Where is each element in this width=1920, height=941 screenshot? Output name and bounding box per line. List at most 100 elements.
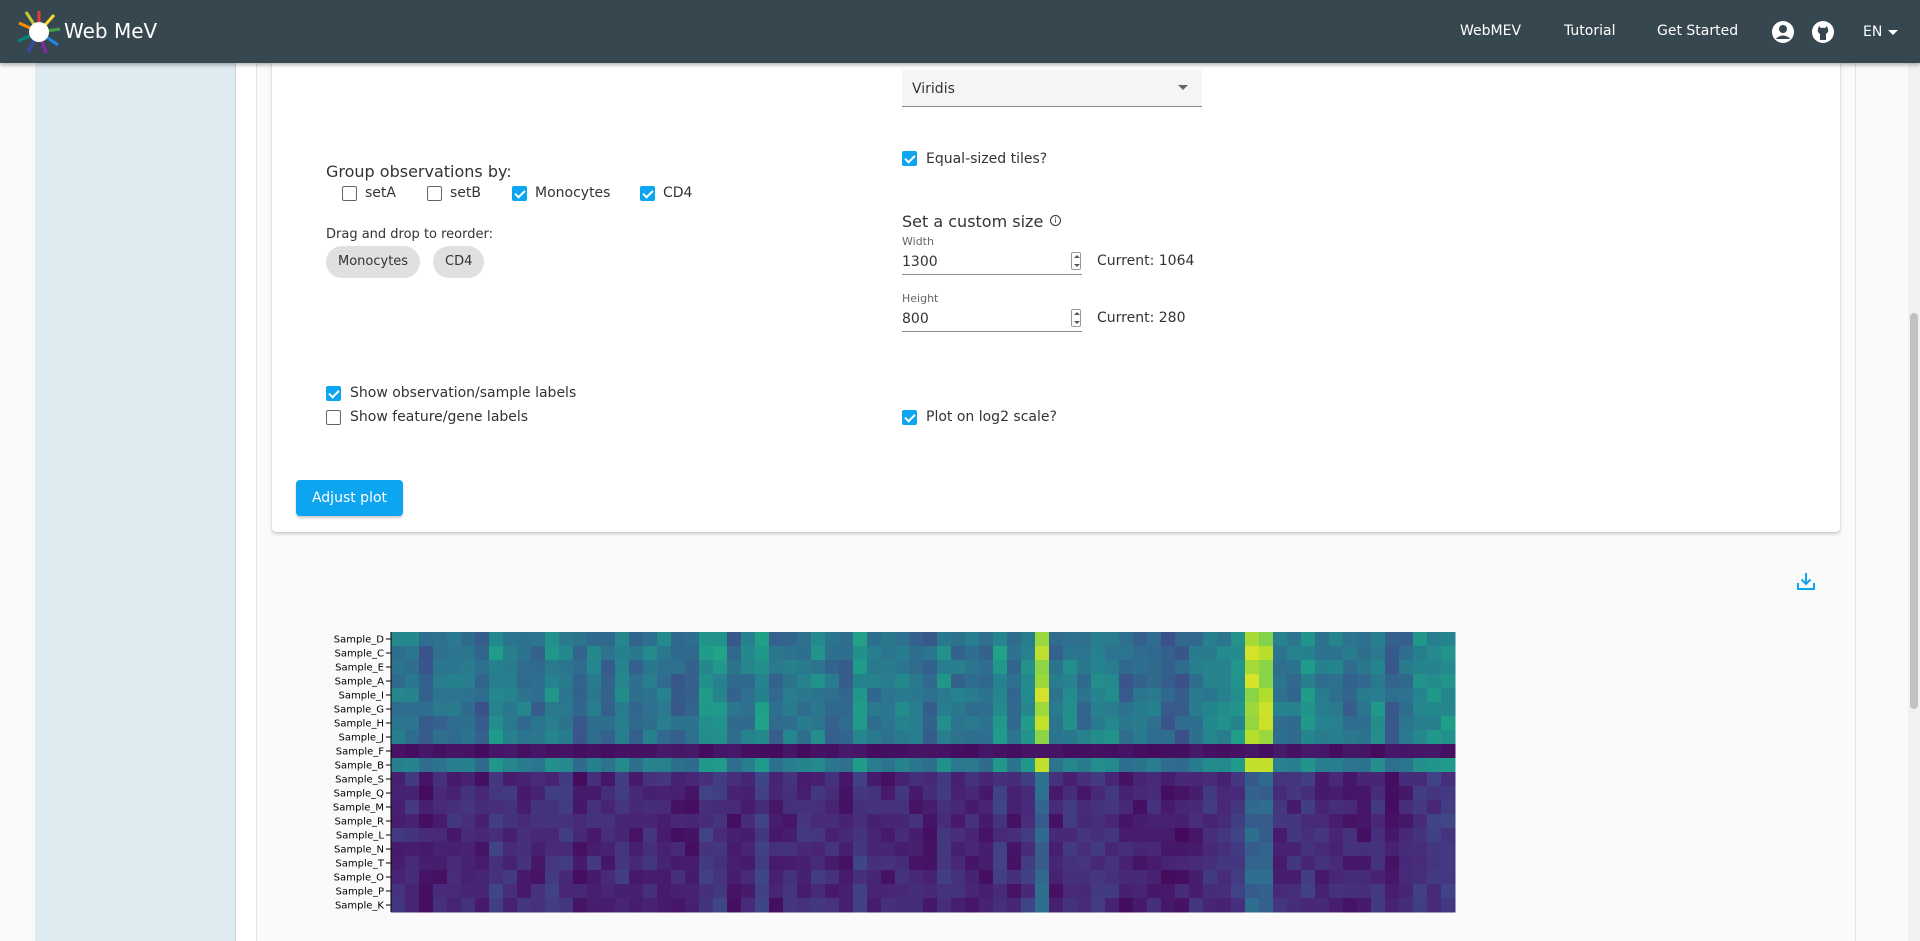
heatmap-cell <box>853 702 868 717</box>
heatmap-cell <box>741 730 756 745</box>
heatmap-cell <box>1385 898 1400 913</box>
heatmap-cell <box>1133 814 1148 829</box>
show-gene-labels-checkbox[interactable] <box>326 410 341 425</box>
account-circle-icon[interactable] <box>1771 20 1795 44</box>
colormap-select[interactable]: Viridis <box>902 70 1202 107</box>
heatmap-cell <box>447 674 462 689</box>
heatmap-cell <box>671 870 686 885</box>
width-input[interactable]: 1300 <box>902 249 1082 275</box>
heatmap-cell <box>951 730 966 745</box>
heatmap-cell <box>517 646 532 661</box>
heatmap-cell <box>853 870 868 885</box>
heatmap-cell <box>881 660 896 675</box>
heatmap-cell <box>1049 828 1064 843</box>
heatmap-cell <box>1147 786 1162 801</box>
heatmap-cell <box>545 828 560 843</box>
heatmap-cell <box>1441 884 1456 899</box>
cd4-checkbox[interactable] <box>640 186 655 201</box>
setB-checkbox[interactable] <box>427 186 442 201</box>
heatmap-cell <box>615 814 630 829</box>
heatmap-cell <box>503 660 518 675</box>
heatmap-cell <box>629 772 644 787</box>
info-icon[interactable]: i <box>1050 215 1061 226</box>
nav-get-started[interactable]: Get Started <box>1657 23 1738 39</box>
heatmap-cell <box>1035 856 1050 871</box>
heatmap-cell <box>1217 646 1232 661</box>
equal-tiles-checkbox[interactable] <box>902 151 917 166</box>
heatmap-cell <box>1245 856 1260 871</box>
language-selector[interactable]: EN <box>1863 24 1899 40</box>
nav-tutorial[interactable]: Tutorial <box>1564 23 1615 39</box>
heatmap-cell <box>1203 688 1218 703</box>
heatmap-cell <box>1343 814 1358 829</box>
heatmap-cell <box>713 674 728 689</box>
heatmap-cell <box>811 786 826 801</box>
heatmap-cell <box>1021 632 1036 647</box>
heatmap-cell <box>1091 716 1106 731</box>
heatmap-cell <box>937 800 952 815</box>
heatmap-cell <box>1063 884 1078 899</box>
heatmap-cell <box>811 646 826 661</box>
heatmap-cell <box>1357 842 1372 857</box>
setA-checkbox[interactable] <box>342 186 357 201</box>
heatmap-cell <box>1077 716 1092 731</box>
heatmap-cell <box>1315 870 1330 885</box>
heatmap-cell <box>1217 772 1232 787</box>
scrollbar-thumb[interactable] <box>1910 313 1918 709</box>
height-stepper[interactable] <box>1071 309 1081 327</box>
heatmap-cell <box>545 632 560 647</box>
nav-webmev[interactable]: WebMEV <box>1460 23 1521 39</box>
log2-checkbox[interactable] <box>902 410 917 425</box>
heatmap-cell <box>685 716 700 731</box>
heatmap-cell <box>755 828 770 843</box>
heatmap-cell <box>1371 800 1386 815</box>
heatmap-cell <box>1441 814 1456 829</box>
heatmap-cell <box>629 856 644 871</box>
heatmap-cell <box>1217 842 1232 857</box>
heatmap-cell <box>517 688 532 703</box>
heatmap-cell <box>979 814 994 829</box>
heatmap-cell <box>1161 744 1176 759</box>
height-input[interactable]: 800 <box>902 306 1082 332</box>
heatmap-cell <box>517 660 532 675</box>
heatmap-cell <box>1203 842 1218 857</box>
heatmap-cell <box>909 758 924 773</box>
heatmap-cell <box>1287 898 1302 913</box>
heatmap-cell <box>1203 884 1218 899</box>
heatmap-cell <box>937 772 952 787</box>
monocytes-checkbox[interactable] <box>512 186 527 201</box>
reorder-chip-monocytes[interactable]: Monocytes <box>326 246 421 278</box>
heatmap-cell <box>1441 674 1456 689</box>
heatmap-cell <box>489 814 504 829</box>
heatmap-cell <box>713 828 728 843</box>
heatmap-cell <box>895 758 910 773</box>
show-obs-labels-label: Show observation/sample labels <box>350 385 577 401</box>
brand-name[interactable]: Web MeV <box>64 19 157 43</box>
heatmap-cell <box>909 772 924 787</box>
adjust-plot-button[interactable]: Adjust plot <box>296 480 403 516</box>
heatmap-cell <box>447 744 462 759</box>
reorder-chip-cd4[interactable]: CD4 <box>433 246 485 278</box>
heatmap-cell <box>951 660 966 675</box>
scrollbar[interactable] <box>1908 63 1920 941</box>
heatmap-cell <box>433 772 448 787</box>
heatmap-cell <box>1413 758 1428 773</box>
row-label: Sample_P <box>335 887 384 898</box>
github-icon[interactable] <box>1811 20 1835 44</box>
heatmap-cell <box>573 842 588 857</box>
show-obs-labels-checkbox[interactable] <box>326 386 341 401</box>
width-stepper[interactable] <box>1071 252 1081 270</box>
heatmap-cell <box>615 744 630 759</box>
heatmap-cell <box>741 646 756 661</box>
heatmap-cell <box>503 786 518 801</box>
heatmap-cell <box>1259 814 1274 829</box>
heatmap-cell <box>1441 842 1456 857</box>
heatmap-cell <box>615 786 630 801</box>
heatmap-cell <box>909 786 924 801</box>
heatmap-cell <box>1287 646 1302 661</box>
webmev-logo-icon[interactable] <box>16 9 62 55</box>
download-icon[interactable] <box>1795 570 1817 592</box>
heatmap-cell <box>629 674 644 689</box>
heatmap-cell <box>1189 814 1204 829</box>
heatmap-cell <box>1189 758 1204 773</box>
